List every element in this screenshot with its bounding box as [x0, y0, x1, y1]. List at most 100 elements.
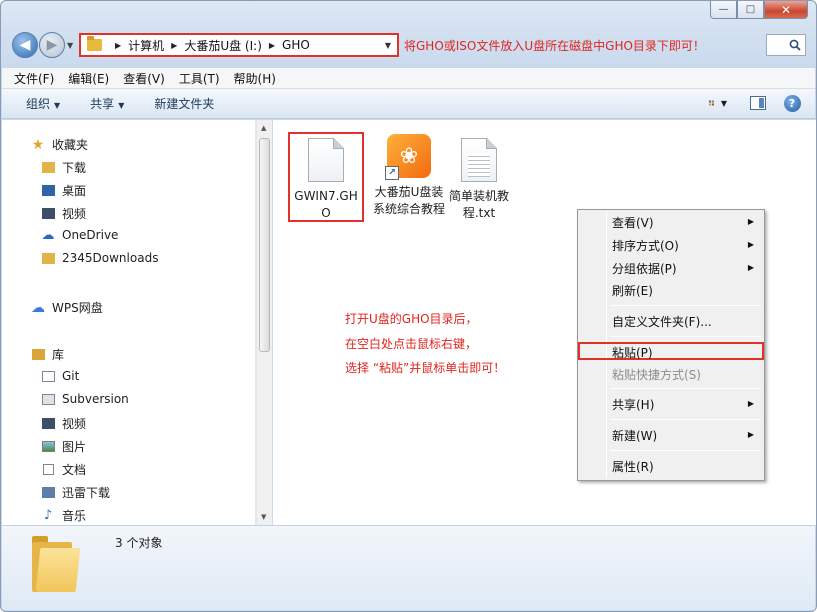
chevron-down-icon: ▼	[720, 98, 727, 108]
file-name: 简单装机教程.txt	[448, 189, 509, 220]
menu-file[interactable]: 文件(F)	[14, 70, 54, 87]
nav-item-subversion[interactable]: Subversion	[40, 392, 129, 406]
nav-item-videos-lib[interactable]: 视频	[40, 415, 86, 432]
item-count: 3 个对象	[115, 536, 163, 550]
nav-item-git[interactable]: Git	[40, 369, 79, 383]
menu-tools[interactable]: 工具(T)	[179, 70, 220, 87]
ctx-group[interactable]: 分组依据(P)	[612, 260, 677, 277]
ctx-refresh[interactable]: 刷新(E)	[612, 282, 653, 299]
command-toolbar: 组织 ▼ 共享 ▼ 新建文件夹 ▼ ?	[2, 89, 815, 119]
navigation-row: ◀ ▶ ▼ ▶ 计算机 ▶ 大番茄U盘 (I:) ▶ GHO ▼ 将GHO或IS…	[9, 31, 808, 61]
desktop-icon	[40, 184, 56, 198]
nav-item-thunder[interactable]: 迅雷下载	[40, 484, 110, 501]
help-icon: ?	[783, 94, 801, 112]
ctx-share[interactable]: 共享(H)	[612, 396, 654, 413]
menu-separator	[610, 336, 761, 337]
menu-edit[interactable]: 编辑(E)	[68, 70, 109, 87]
nav-item-onedrive[interactable]: ☁ OneDrive	[40, 228, 119, 243]
scroll-thumb[interactable]	[259, 138, 270, 352]
ctx-new[interactable]: 新建(W)	[612, 427, 657, 444]
menu-view[interactable]: 查看(V)	[123, 70, 165, 87]
breadcrumb-separator-icon[interactable]: ▶	[115, 41, 121, 50]
nav-item-documents[interactable]: 文档	[40, 461, 86, 478]
change-view-button[interactable]: ▼	[709, 94, 727, 112]
forward-arrow-icon: ▶	[46, 37, 58, 53]
nav-item-label: 迅雷下载	[62, 486, 111, 500]
minimize-button[interactable]: —	[710, 1, 737, 19]
nav-item-downloads[interactable]: 下载	[40, 159, 86, 176]
nav-wps-drive[interactable]: ☁ WPS网盘	[30, 299, 103, 316]
breadcrumb-gho[interactable]: GHO	[282, 38, 310, 52]
back-button[interactable]: ◀	[12, 32, 38, 58]
nav-item-desktop[interactable]: 桌面	[40, 182, 86, 199]
app-logo-icon: ❀	[399, 143, 419, 169]
folder-icon	[87, 36, 102, 51]
subversion-icon	[40, 392, 56, 406]
submenu-arrow-icon: ▶	[747, 430, 754, 439]
help-button[interactable]: ?	[783, 94, 801, 112]
ctx-item-label: 排序方式(O)	[612, 239, 679, 253]
folder-icon	[40, 251, 56, 265]
new-folder-button[interactable]: 新建文件夹	[154, 95, 214, 112]
cloud-icon: ☁	[31, 299, 45, 316]
file-item[interactable]: ❀ ↗ 大番茄U盘装系统综合教程	[369, 134, 449, 218]
nav-item-label: Subversion	[62, 392, 129, 406]
shortcut-arrow-icon: ↗	[385, 166, 399, 180]
menu-separator	[610, 305, 761, 306]
navigation-scrollbar[interactable]: ▲ ▼	[256, 120, 272, 525]
nav-wps-label: WPS网盘	[52, 301, 103, 315]
maximize-button[interactable]: □	[737, 1, 764, 19]
share-label: 共享	[90, 97, 115, 111]
ctx-item-label: 属性(R)	[612, 460, 654, 474]
preview-pane-button[interactable]	[749, 94, 767, 112]
text-file-icon	[461, 138, 497, 182]
menu-help[interactable]: 帮助(H)	[234, 70, 276, 87]
breadcrumb-separator-icon[interactable]: ▶	[269, 41, 275, 50]
breadcrumb-separator-icon[interactable]: ▶	[171, 41, 177, 50]
organize-button[interactable]: 组织 ▼	[26, 95, 60, 112]
file-item[interactable]: GWIN7.GHO	[286, 138, 366, 222]
nav-item-music[interactable]: ♪ 音乐	[40, 507, 86, 524]
nav-item-pictures[interactable]: 图片	[40, 438, 86, 455]
submenu-arrow-icon: ▶	[747, 263, 754, 272]
downloads-folder-icon	[40, 161, 56, 175]
nav-item-2345downloads[interactable]: 2345Downloads	[40, 251, 158, 265]
ctx-item-label: 新建(W)	[612, 429, 658, 443]
nav-favorites[interactable]: ★ 收藏夹	[30, 136, 88, 153]
document-icon	[40, 463, 56, 477]
share-button[interactable]: 共享 ▼	[90, 95, 124, 112]
menu-separator	[610, 419, 761, 420]
ctx-properties[interactable]: 属性(R)	[612, 458, 654, 475]
video-icon	[40, 207, 56, 221]
nav-item-label: 视频	[62, 417, 87, 431]
address-bar[interactable]: ▶ 计算机 ▶ 大番茄U盘 (I:) ▶ GHO ▼	[79, 33, 399, 57]
ctx-paste[interactable]: 粘贴(P)	[612, 344, 653, 361]
search-input[interactable]	[766, 34, 806, 56]
nav-item-label: 2345Downloads	[62, 251, 159, 265]
ctx-view[interactable]: 查看(V)	[612, 214, 654, 231]
file-item[interactable]: 简单装机教程.txt	[439, 138, 519, 222]
scroll-down-icon[interactable]: ▼	[261, 513, 266, 521]
scroll-up-icon[interactable]: ▲	[261, 124, 266, 132]
view-grid-icon	[709, 100, 715, 106]
preview-pane-icon	[750, 96, 766, 110]
close-button[interactable]: ✕	[764, 1, 808, 19]
breadcrumb-computer[interactable]: 计算机	[128, 37, 164, 54]
forward-button[interactable]: ▶	[39, 32, 65, 58]
download-icon	[40, 486, 56, 500]
recent-pages-dropdown[interactable]: ▼	[67, 41, 73, 50]
nav-item-label: OneDrive	[62, 228, 119, 242]
nav-item-label: 桌面	[62, 184, 87, 198]
breadcrumb-drive[interactable]: 大番茄U盘 (I:)	[184, 37, 262, 54]
ctx-item-label: 共享(H)	[612, 398, 655, 412]
ctx-paste-shortcut: 粘贴快捷方式(S)	[612, 366, 701, 383]
nav-library[interactable]: 库	[30, 346, 64, 363]
nav-item-label: 图片	[62, 440, 87, 454]
explorer-window: — □ ✕ ◀ ▶ ▼ ▶ 计算机 ▶ 大番茄U盘 (I:) ▶ GHO ▼ 将…	[0, 0, 817, 612]
nav-item-videos[interactable]: 视频	[40, 205, 86, 222]
address-dropdown-icon[interactable]: ▼	[385, 41, 391, 50]
ctx-customize[interactable]: 自定义文件夹(F)...	[612, 313, 712, 330]
ctx-sort[interactable]: 排序方式(O)	[612, 237, 679, 254]
ctx-item-label: 刷新(E)	[612, 284, 653, 298]
context-menu: 查看(V) ▶ 排序方式(O) ▶ 分组依据(P) ▶ 刷新(E) 自定义文件夹…	[577, 209, 765, 481]
